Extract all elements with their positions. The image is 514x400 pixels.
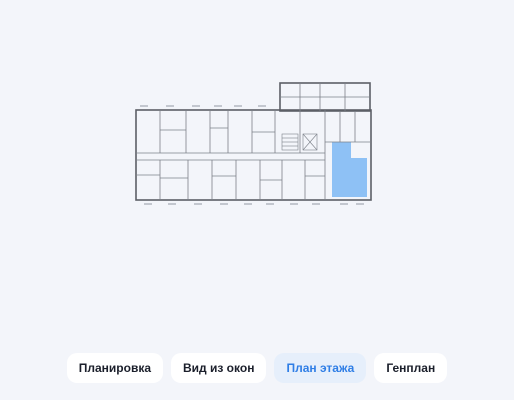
tab-layout[interactable]: Планировка — [66, 353, 164, 383]
floor-plan-drawing — [135, 82, 372, 205]
tab-floor-plan[interactable]: План этажа — [274, 353, 367, 383]
tab-window-view[interactable]: Вид из окон — [171, 353, 267, 383]
view-tabs: Планировка Вид из окон План этажа Генпла… — [0, 353, 514, 383]
floor-plan — [0, 0, 514, 340]
highlighted-apartment[interactable] — [332, 142, 351, 197]
tab-site-plan[interactable]: Генплан — [374, 353, 448, 383]
highlighted-apartment-room[interactable] — [351, 158, 367, 197]
